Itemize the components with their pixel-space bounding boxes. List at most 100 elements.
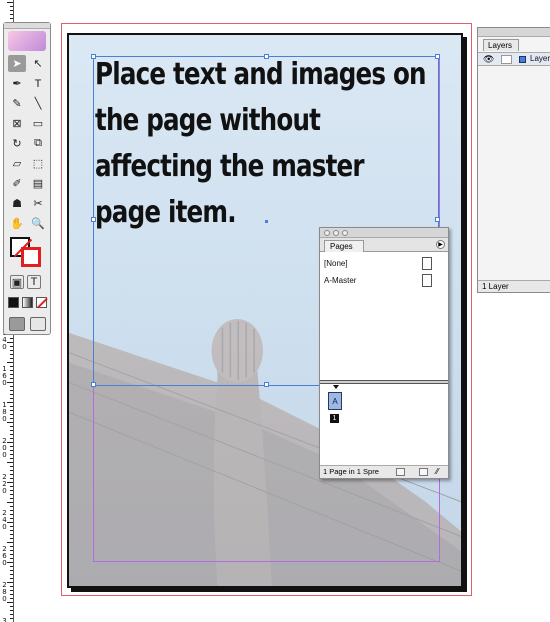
rotate-tool[interactable]: ↻ [8, 135, 26, 152]
selection-tool[interactable]: ➤ [8, 55, 26, 72]
type-tool[interactable]: T [29, 75, 47, 92]
ruler-tick [10, 398, 13, 399]
tab-layers[interactable]: Layers [483, 39, 519, 51]
frame-handle-middle-right[interactable] [435, 217, 440, 222]
ruler-tick [10, 406, 13, 407]
ruler-tick [10, 18, 13, 19]
panel-grip[interactable] [4, 23, 50, 29]
page-thumbnail[interactable]: A [328, 392, 342, 410]
ruler-tick [10, 554, 13, 555]
headline-text[interactable]: Place text and images on the page withou… [95, 52, 435, 236]
shear-tool[interactable]: ▱ [8, 155, 26, 172]
apply-color-icon[interactable] [8, 297, 19, 308]
frame-handle-bottom-left[interactable] [91, 382, 96, 387]
ruler-tick [10, 10, 13, 11]
panel-title-bar[interactable] [320, 228, 448, 238]
ruler-tick [10, 454, 13, 455]
ruler-tick [10, 458, 13, 459]
ruler-tick [10, 506, 13, 507]
ruler-tick [10, 374, 13, 375]
ruler-tick [10, 354, 13, 355]
ruler-tick [10, 590, 13, 591]
pages-footer: 1 Page in 1 Spre [320, 465, 448, 478]
ruler-tick [10, 498, 13, 499]
master-a[interactable]: A-Master [324, 276, 356, 285]
preview-view-icon[interactable] [30, 317, 46, 331]
formatting-container-icon[interactable]: ▣ [10, 275, 24, 289]
minimize-button[interactable] [333, 230, 339, 236]
master-none[interactable]: [None] [324, 259, 348, 268]
tab-pages[interactable]: Pages [324, 240, 364, 252]
ruler-tick [10, 410, 13, 411]
master-a-thumb[interactable] [422, 274, 432, 287]
layers-footer: 1 Layer [478, 280, 550, 292]
delete-page-icon[interactable] [419, 468, 428, 476]
close-button[interactable] [324, 230, 330, 236]
eyedropper-tool[interactable]: ✐ [8, 175, 26, 192]
zoom-tool[interactable]: 🔍 [29, 215, 47, 232]
ruler-tick [7, 362, 13, 363]
ruler-tick [10, 450, 13, 451]
ruler-tick [10, 566, 13, 567]
apply-gradient-icon[interactable] [22, 297, 33, 308]
free-transform-tool[interactable]: ⬚ [29, 155, 47, 172]
formatting-text-icon[interactable]: T [27, 275, 41, 289]
ruler-tick [10, 6, 13, 7]
lock-toggle[interactable] [501, 55, 512, 64]
layer-name[interactable]: Layer [530, 54, 550, 63]
ruler-tick [10, 366, 13, 367]
button-tool[interactable]: ☗ [8, 195, 26, 212]
panel-title-bar[interactable] [478, 28, 550, 37]
layers-panel[interactable]: Layers 👁 Layer 1 Layer [477, 27, 550, 293]
tools-panel[interactable]: ➤ ↖ ✒ T ✎ ╲ ⊠ ▭ ↻ ⧉ ▱ ⬚ ✐ ▤ ☗ ✂ ✋ 🔍 ▣ T [3, 22, 51, 335]
master-none-thumb[interactable] [422, 257, 432, 270]
normal-view-icon[interactable] [9, 317, 25, 331]
apply-none-icon[interactable] [36, 297, 48, 309]
line-tool[interactable]: ╲ [29, 95, 47, 112]
ruler-tick [10, 370, 13, 371]
stroke-swatch[interactable] [21, 247, 41, 267]
pen-tool[interactable]: ✒ [8, 75, 26, 92]
zoom-button[interactable] [342, 230, 348, 236]
direct-selection-tool[interactable]: ↖ [29, 55, 47, 72]
resize-grip-icon[interactable]: ⁄⁄ [436, 468, 445, 476]
pages-footer-text: 1 Page in 1 Spre [323, 467, 379, 476]
ruler-tick [10, 494, 13, 495]
ruler-tick [10, 610, 13, 611]
panel-divider[interactable] [320, 380, 448, 384]
ruler-label: 2 4 0 [2, 509, 7, 531]
rectangle-frame-tool[interactable]: ⊠ [8, 115, 26, 132]
ruler-tick [10, 446, 13, 447]
spread-indicator-icon [333, 385, 339, 389]
new-page-icon[interactable] [396, 468, 405, 476]
ruler-tick [10, 586, 13, 587]
hand-tool[interactable]: ✋ [8, 215, 26, 232]
pages-panel[interactable]: Pages ▶ [None] A-Master A 1 1 Page in 1 … [319, 227, 449, 479]
ruler-tick [7, 502, 13, 503]
ruler-tick [10, 526, 13, 527]
ruler-tick [10, 594, 13, 595]
ruler-tick [10, 390, 13, 391]
frame-handle-top-right[interactable] [435, 54, 440, 59]
gradient-tool[interactable]: ▤ [29, 175, 47, 192]
rectangle-tool[interactable]: ▭ [29, 115, 47, 132]
ruler-tick [10, 394, 13, 395]
ruler-tick [10, 518, 13, 519]
ruler-tick [10, 338, 13, 339]
layer-row[interactable]: 👁 Layer [478, 52, 550, 66]
panel-menu-icon[interactable]: ▶ [436, 240, 445, 249]
ruler-tick [10, 534, 13, 535]
eye-icon[interactable]: 👁 [483, 54, 494, 65]
ruler-tick [10, 358, 13, 359]
scale-tool[interactable]: ⧉ [29, 135, 47, 152]
ruler-tick [10, 574, 13, 575]
app-logo [8, 31, 46, 51]
ruler-tick [10, 514, 13, 515]
ruler-tick [10, 606, 13, 607]
pencil-tool[interactable]: ✎ [8, 95, 26, 112]
scissors-tool[interactable]: ✂ [29, 195, 47, 212]
frame-handle-bottom-middle[interactable] [264, 382, 269, 387]
ruler-tick [10, 538, 13, 539]
ruler-tick [10, 386, 13, 387]
fill-stroke-swatch[interactable] [10, 237, 44, 267]
